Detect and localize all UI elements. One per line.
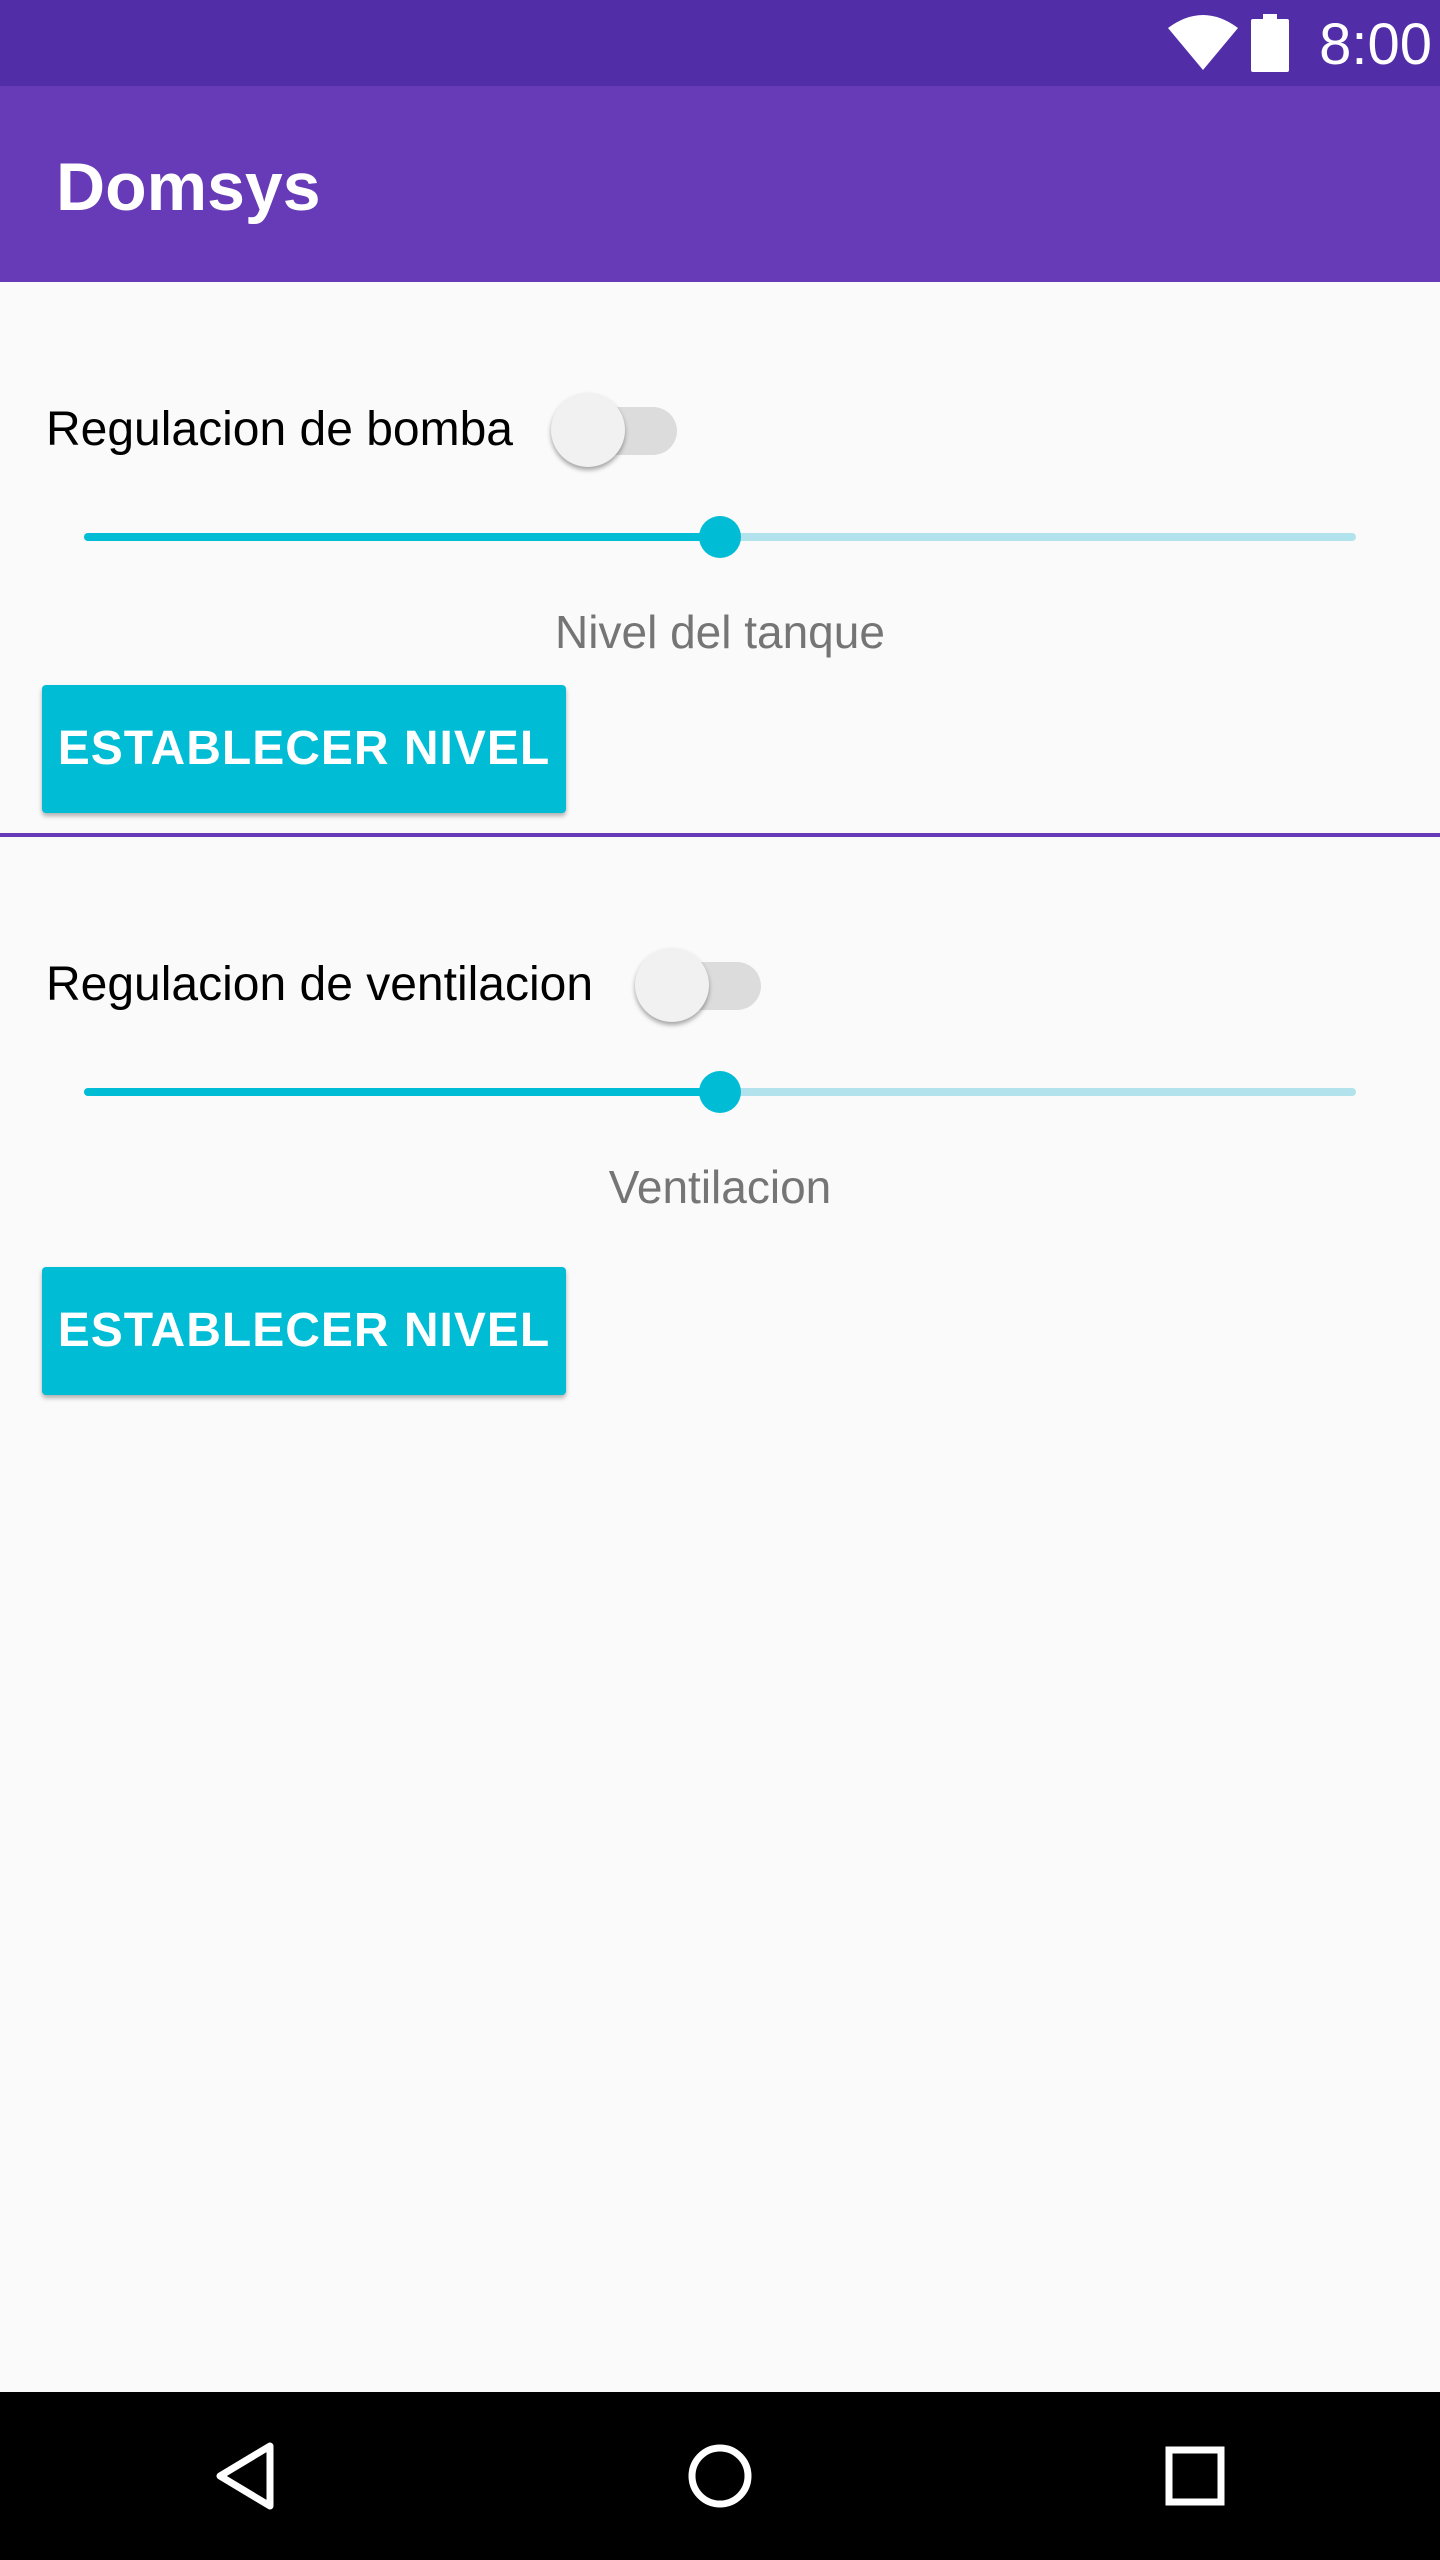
ventilation-switch-label: Regulacion de ventilacion — [46, 958, 594, 1011]
tank-level-caption: Nivel del tanque — [555, 606, 885, 658]
ventilation-switch[interactable] — [635, 939, 771, 1022]
battery-icon — [1251, 14, 1289, 72]
slider-thumb[interactable] — [699, 1071, 741, 1113]
section-divider — [0, 833, 1440, 837]
ventilation-slider[interactable] — [60, 1062, 1380, 1122]
ventilation-caption: Ventilacion — [608, 1161, 832, 1213]
status-bar: 8:00 — [0, 0, 1440, 86]
pump-switch-label: Regulacion de bomba — [46, 403, 513, 456]
pump-switch[interactable] — [551, 384, 687, 467]
slider-thumb[interactable] — [699, 516, 741, 558]
slider-fill — [84, 1088, 720, 1096]
switch-thumb — [635, 948, 709, 1022]
screen: 8:00 Domsys Regulacion de bomba Nivel de… — [0, 0, 1440, 2560]
app-title: Domsys — [56, 149, 321, 225]
tank-level-slider[interactable] — [60, 507, 1380, 567]
set-pump-level-button[interactable]: ESTABLECER NIVEL — [42, 685, 566, 813]
wifi-icon — [1168, 15, 1238, 70]
back-icon[interactable] — [196, 2426, 296, 2526]
set-ventilation-level-button[interactable]: ESTABLECER NIVEL — [42, 1267, 566, 1395]
slider-fill — [84, 533, 720, 541]
recents-icon[interactable] — [1145, 2426, 1245, 2526]
app-bar: Domsys — [0, 86, 1440, 282]
navigation-bar — [0, 2392, 1440, 2560]
home-icon[interactable] — [670, 2426, 770, 2526]
status-clock: 8:00 — [1319, 12, 1432, 77]
switch-thumb — [551, 393, 625, 467]
